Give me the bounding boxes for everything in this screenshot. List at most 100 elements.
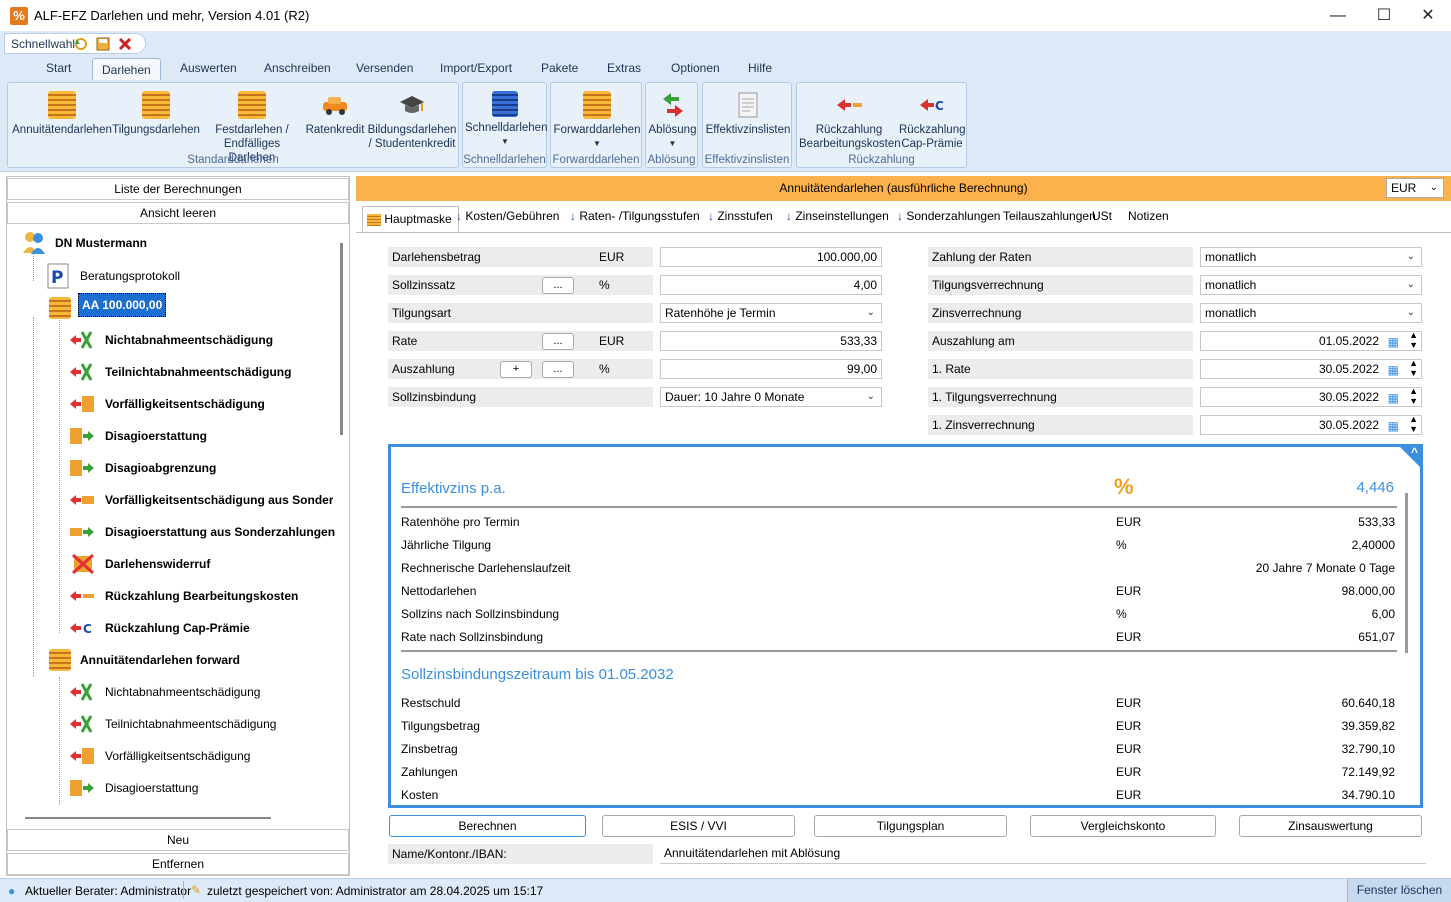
tab-pakete[interactable]: Pakete (541, 61, 578, 75)
erste-zinsverrechnung-label: 1. Zinsverrechnung (928, 415, 1193, 435)
tree-fwd-child-3[interactable]: Vorfälligkeitsentschädigung (105, 749, 250, 763)
calendar-icon[interactable]: ▦ (1388, 417, 1399, 435)
tree-child-2[interactable]: Teilnichtabnahmeentschädigung (105, 365, 291, 379)
annuitaetendarlehen-button[interactable]: Annuitätendarlehen (12, 91, 112, 137)
tree-child-3[interactable]: Vorfälligkeitsentschädigung (105, 397, 265, 411)
tab-hilfe[interactable]: Hilfe (748, 61, 772, 75)
tab-zinsstufen[interactable]: ↓ Zinsstufen (708, 209, 773, 223)
ratenkredit-button[interactable]: Ratenkredit (304, 91, 366, 137)
tab-start[interactable]: Start (46, 61, 71, 75)
tree-child-7[interactable]: Disagioerstattung aus Sonderzahlungen (105, 525, 335, 539)
close-button[interactable]: ✕ (1405, 0, 1451, 31)
summary-row: Zahlungen EUR 72.149,92 (401, 761, 1395, 783)
darlehensbetrag-field[interactable]: 100.000,00 (660, 247, 882, 267)
tree-fwd-child-4[interactable]: Disagioerstattung (105, 781, 198, 795)
chevron-down-icon: ⌄ (1406, 307, 1415, 318)
rate-field[interactable]: 533,33 (660, 331, 882, 351)
liste-button[interactable]: Liste der Berechnungen (7, 178, 349, 200)
berechnen-button[interactable]: Berechnen (389, 815, 586, 837)
tree-fwd-child-2[interactable]: Teilnichtabnahmeentschädigung (105, 717, 276, 731)
tab-ratenstufen[interactable]: ↓ Raten- /Tilgungsstufen (570, 209, 700, 223)
rueckzahlung-bearbeitungskosten-button[interactable]: Rückzahlung Bearbeitungskosten (799, 91, 901, 151)
fenster-loeschen-button[interactable]: Fenster löschen (1347, 879, 1451, 902)
tab-kosten[interactable]: ↓ Kosten/Gebühren (456, 209, 559, 223)
tab-sonderzahlungen[interactable]: ↓ Sonderzahlungen (897, 209, 1000, 223)
tab-anschreiben[interactable]: Anschreiben (264, 61, 331, 75)
auszahlung-field[interactable]: 99,00 (660, 359, 882, 379)
ansicht-leeren-button[interactable]: Ansicht leeren (7, 202, 349, 224)
entfernen-button[interactable]: Entfernen (7, 853, 349, 875)
vergleichskonto-button[interactable]: Vergleichskonto (1030, 815, 1216, 837)
esis-vvi-button[interactable]: ESIS / VVI (602, 815, 795, 837)
tab-extras[interactable]: Extras (607, 61, 641, 75)
tab-teilauszahlungen[interactable]: Teilauszahlungen (1003, 209, 1096, 223)
sollzinsbindung-select[interactable]: Dauer: 10 Jahre 0 Monate ⌄ (660, 387, 882, 407)
tree-child-9[interactable]: Rückzahlung Bearbeitungskosten (105, 589, 298, 603)
auszahlung-am-date[interactable]: 01.05.2022 ▦ ▲ ▼ (1200, 330, 1422, 351)
save-icon[interactable] (95, 36, 111, 52)
tree-forward[interactable]: Annuitätendarlehen forward (80, 653, 240, 667)
summary-scrollbar[interactable] (1405, 493, 1408, 653)
calendar-icon[interactable]: ▦ (1388, 389, 1399, 407)
tree-aa-selected[interactable]: AA 100.000,00 (78, 293, 167, 317)
erste-rate-date[interactable]: 30.05.2022 ▦ ▲ ▼ (1200, 358, 1422, 379)
tab-auswerten[interactable]: Auswerten (180, 61, 237, 75)
calendar-icon[interactable]: ▦ (1388, 333, 1399, 351)
sollzinssatz-more-button[interactable]: ... (542, 277, 574, 294)
refresh-icon[interactable] (73, 36, 89, 52)
tree-root[interactable]: DN Mustermann (55, 236, 147, 250)
chevron-up-icon[interactable]: ^ (1411, 445, 1418, 459)
tree-child-10[interactable]: Rückzahlung Cap-Prämie (105, 621, 250, 635)
schnelldarlehen-button[interactable]: Schnelldarlehen ▼ (465, 91, 547, 149)
tab-darlehen[interactable]: Darlehen (92, 58, 161, 82)
tree-scrollbar[interactable] (340, 243, 343, 435)
auszahlung-more-button[interactable]: ... (542, 361, 574, 378)
delete-icon[interactable] (117, 36, 133, 52)
zinsverrechnung-select[interactable]: monatlich ⌄ (1200, 303, 1422, 323)
tree-child-4[interactable]: Disagioerstattung (105, 429, 207, 443)
tilgungsplan-button[interactable]: Tilgungsplan (814, 815, 1007, 837)
tab-hauptmaske[interactable]: Hauptmaske (362, 206, 459, 232)
tab-notizen[interactable]: Notizen (1128, 209, 1169, 223)
tab-optionen[interactable]: Optionen (671, 61, 720, 75)
effektivzinslisten-button[interactable]: Effektivzinslisten (705, 91, 791, 137)
tab-import-export[interactable]: Import/Export (440, 61, 512, 75)
iban-field[interactable]: Annuitätendarlehen mit Ablösung (660, 844, 1426, 864)
spinner-icon[interactable]: ▲ ▼ (1409, 358, 1418, 378)
tilgungsart-select[interactable]: Ratenhöhe je Termin ⌄ (660, 303, 882, 323)
tab-ust[interactable]: USt (1092, 209, 1112, 223)
auszahlung-plus-button[interactable]: + (500, 361, 532, 378)
erste-zinsverrechnung-date[interactable]: 30.05.2022 ▦ ▲ ▼ (1200, 414, 1422, 435)
calendar-icon[interactable]: ▦ (1388, 361, 1399, 379)
tree-beratungsprotokoll[interactable]: Beratungsprotokoll (80, 269, 180, 283)
tab-versenden[interactable]: Versenden (356, 61, 413, 75)
tree-child-5[interactable]: Disagioabgrenzung (105, 461, 216, 475)
tree-child-6[interactable]: Vorfälligkeitsentschädigung aus Sonderz (105, 493, 333, 507)
tilgungsverrechnung-select[interactable]: monatlich ⌄ (1200, 275, 1422, 295)
bildungsdarlehen-button[interactable]: Bildungsdarlehen / Studentenkredit (366, 91, 458, 151)
spinner-icon[interactable]: ▲ ▼ (1409, 330, 1418, 350)
chevron-down-icon: ▼ (501, 137, 509, 146)
zinsauswertung-button[interactable]: Zinsauswertung (1239, 815, 1422, 837)
spinner-icon[interactable]: ▲ ▼ (1409, 414, 1418, 434)
rueckzahlung-cap-praemie-button[interactable]: C Rückzahlung Cap-Prämie (899, 91, 965, 151)
zahlung-select[interactable]: monatlich ⌄ (1200, 247, 1422, 267)
minimize-button[interactable]: — (1315, 0, 1361, 31)
neu-button[interactable]: Neu (7, 829, 349, 851)
sollzinssatz-field[interactable]: 4,00 (660, 275, 882, 295)
rate-more-button[interactable]: ... (542, 333, 574, 350)
unit: EUR (599, 334, 625, 348)
maximize-button[interactable]: ☐ (1361, 0, 1407, 31)
forwarddarlehen-button[interactable]: Forwarddarlehen ▼ (553, 91, 641, 151)
tree-fwd-child-1[interactable]: Nichtabnahmeentschädigung (105, 685, 260, 699)
document-icon (734, 91, 762, 119)
tree-child-1[interactable]: Nichtabnahmeentschädigung (105, 333, 273, 347)
spinner-icon[interactable]: ▲ ▼ (1409, 386, 1418, 406)
tab-zinseinstellungen[interactable]: ↓ Zinseinstellungen (786, 209, 889, 223)
tilgungsdarlehen-button[interactable]: Tilgungsdarlehen (112, 91, 200, 137)
horizontal-scrollbar[interactable] (25, 817, 271, 819)
currency-select[interactable]: EUR ⌄ (1386, 178, 1444, 198)
abloesung-button[interactable]: Ablösung ▼ (648, 91, 697, 151)
erste-tilgungsverrechnung-date[interactable]: 30.05.2022 ▦ ▲ ▼ (1200, 386, 1422, 407)
tree-child-8[interactable]: Darlehenswiderruf (105, 557, 210, 571)
